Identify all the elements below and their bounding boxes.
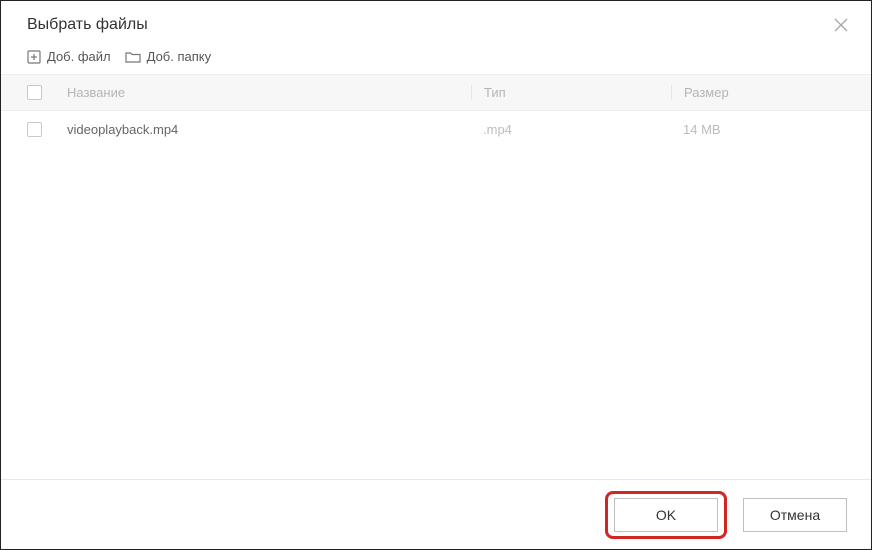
column-header-type[interactable]: Тип (471, 85, 671, 100)
dialog-title: Выбрать файлы (27, 16, 148, 34)
dialog-footer: OK Отмена (1, 479, 871, 549)
cancel-button[interactable]: Отмена (743, 498, 847, 532)
add-folder-icon (125, 50, 141, 64)
add-folder-button[interactable]: Доб. папку (125, 49, 212, 64)
add-file-label: Доб. файл (47, 49, 111, 64)
add-file-button[interactable]: Доб. файл (27, 49, 111, 64)
column-header-name[interactable]: Название (61, 85, 471, 100)
close-icon (834, 18, 848, 32)
cell-size: 14 MB (671, 122, 871, 137)
ok-highlight: OK (605, 491, 727, 539)
row-checkbox[interactable] (27, 122, 42, 137)
ok-button[interactable]: OK (614, 498, 718, 532)
select-all-checkbox[interactable] (27, 85, 42, 100)
list-header: Название Тип Размер (1, 75, 871, 111)
add-folder-label: Доб. папку (147, 49, 212, 64)
list-body: videoplayback.mp4 .mp4 14 MB (1, 111, 871, 479)
cell-type: .mp4 (471, 122, 671, 137)
add-file-icon (27, 50, 41, 64)
table-row[interactable]: videoplayback.mp4 .mp4 14 MB (1, 111, 871, 147)
dialog-header: Выбрать файлы (1, 1, 871, 45)
toolbar: Доб. файл Доб. папку (1, 45, 871, 75)
close-button[interactable] (831, 15, 851, 35)
column-header-size[interactable]: Размер (671, 85, 871, 100)
select-files-dialog: Выбрать файлы Доб. файл Доб. папку Назва… (0, 0, 872, 550)
cell-name: videoplayback.mp4 (61, 122, 471, 137)
